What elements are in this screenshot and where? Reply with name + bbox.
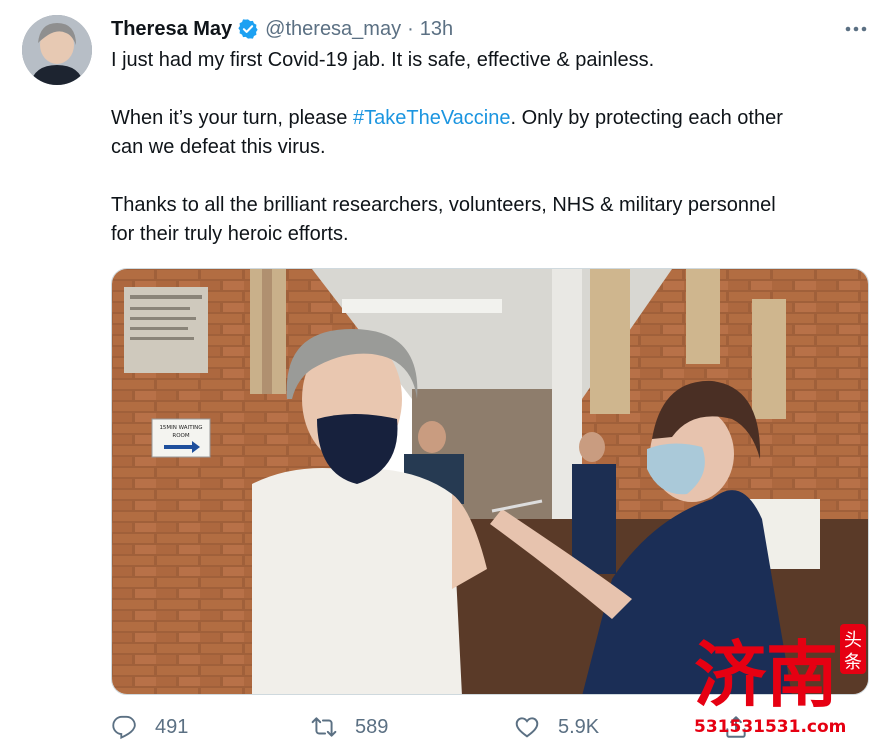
tweet-text-fragment: Thanks to all the brilliant researchers,… [111,193,776,216]
reply-button[interactable]: 491 [111,709,188,745]
tweet-paragraph-1: I just had my first Covid-19 jab. It is … [111,49,655,71]
retweet-icon [311,717,337,737]
hashtag-link[interactable]: #TakeTheVaccine [353,107,511,129]
author-name[interactable]: Theresa May [111,18,232,41]
like-button[interactable]: 5.9K [514,709,599,745]
tweet-text-fragment: . Only by protecting each other [510,106,783,129]
tweet-header: Theresa May @theresa_may · 13h [111,14,453,44]
retweet-count: 589 [355,715,389,738]
tweet-text-fragment: can we defeat this virus. [111,136,326,158]
reply-count: 491 [155,715,189,738]
like-count: 5.9K [558,715,600,738]
tweet-timestamp[interactable]: 13h [420,18,453,41]
photo-sign-text: ROOM [172,433,189,439]
tweet-text-fragment: When it’s your turn, please [111,106,353,129]
author-avatar[interactable] [22,15,92,85]
watermark-badge-bottom: 条 [844,652,862,673]
verified-badge-icon [237,18,259,40]
like-icon [515,717,539,738]
more-options-icon[interactable] [842,18,870,40]
reply-icon [112,715,136,740]
retweet-button[interactable]: 589 [311,709,388,745]
avatar-image [22,15,92,85]
photo-sign-text: 15MIN WAITING [159,425,202,431]
tweet-text: I just had my first Covid-19 jab. It is … [111,46,871,278]
watermark-characters: 济南 [694,633,838,717]
tweet-text-fragment: for their truly heroic efforts. [111,223,349,245]
watermark-site: 531531531.com [694,717,847,737]
author-handle[interactable]: @theresa_may [265,18,401,41]
tweet-paragraph-3: Thanks to all the brilliant researchers,… [111,191,871,250]
watermark-badge-top: 头 [844,630,862,651]
tweet-paragraph-2: When it’s your turn, please #TakeTheVacc… [111,104,871,163]
header-separator: · [407,17,414,40]
